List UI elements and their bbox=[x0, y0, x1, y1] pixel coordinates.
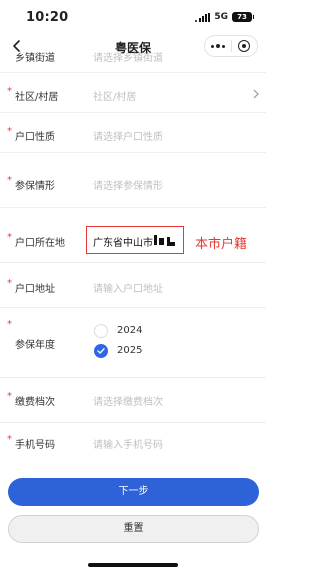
household-type-select[interactable]: 请选择户口性质 bbox=[93, 128, 163, 143]
community-label: 社区/村居 bbox=[15, 92, 59, 103]
year-2025-radio[interactable] bbox=[94, 344, 108, 358]
form-row-community[interactable]: * 社区/村居 社区/村居 bbox=[0, 73, 266, 113]
insurance-year-label: 参保年度 bbox=[15, 340, 55, 351]
battery-level: 73 bbox=[237, 13, 247, 21]
year-2025-label[interactable]: 2025 bbox=[117, 345, 142, 356]
household-address-input[interactable]: 请输入户口地址 bbox=[93, 280, 163, 295]
check-icon bbox=[97, 348, 105, 354]
required-mark: * bbox=[7, 434, 12, 445]
required-mark: * bbox=[7, 391, 12, 402]
phone-input[interactable]: 请输入手机号码 bbox=[93, 436, 163, 451]
form-row-payment-tier[interactable]: * 缴费档次 请选择缴费档次 bbox=[0, 378, 266, 423]
form-row-household-type[interactable]: * 户口性质 请选择户口性质 bbox=[0, 113, 266, 153]
form-row-phone[interactable]: * 手机号码 请输入手机号码 bbox=[0, 423, 266, 463]
payment-tier-select[interactable]: 请选择缴费档次 bbox=[93, 393, 163, 408]
home-indicator bbox=[88, 563, 178, 567]
network-label: 5G bbox=[214, 12, 228, 22]
redaction-mark bbox=[159, 238, 164, 245]
signal-icon bbox=[195, 12, 211, 22]
year-2024-radio[interactable] bbox=[94, 324, 108, 338]
payment-tier-label: 缴费档次 bbox=[15, 397, 55, 408]
township-placeholder: 请选择乡镇街道 bbox=[93, 53, 163, 64]
form-row-township[interactable]: 乡镇街道 请选择乡镇街道 bbox=[0, 51, 266, 73]
required-mark: * bbox=[7, 86, 12, 97]
required-mark: * bbox=[7, 126, 12, 137]
required-mark: * bbox=[7, 175, 12, 186]
status-indicators: 5G 73 bbox=[195, 12, 254, 22]
township-label: 乡镇街道 bbox=[15, 53, 55, 64]
annotation-label: 本市户籍 bbox=[195, 237, 248, 252]
more-icon bbox=[210, 44, 225, 48]
household-type-label: 户口性质 bbox=[15, 132, 55, 143]
form-row-insurance-status[interactable]: * 参保情形 请选择参保情形 bbox=[0, 153, 266, 208]
form-row-household-address[interactable]: * 户口地址 请输入户口地址 bbox=[0, 263, 266, 308]
insurance-status-select[interactable]: 请选择参保情形 bbox=[93, 177, 163, 192]
form-row-insurance-year: * 参保年度 2024 2025 bbox=[0, 308, 266, 378]
status-time: 10:20 bbox=[26, 10, 69, 25]
required-mark: * bbox=[7, 232, 12, 243]
next-button[interactable]: 下一步 bbox=[8, 478, 259, 506]
battery-icon: 73 bbox=[232, 12, 254, 22]
household-location-label: 户口所在地 bbox=[15, 238, 65, 249]
community-select[interactable]: 社区/村居 bbox=[93, 88, 136, 103]
year-2024-label[interactable]: 2024 bbox=[117, 325, 142, 336]
required-mark: * bbox=[7, 319, 12, 330]
phone-label: 手机号码 bbox=[15, 440, 55, 451]
required-mark: * bbox=[7, 278, 12, 289]
redaction-mark bbox=[170, 242, 175, 246]
reset-button[interactable]: 重置 bbox=[8, 515, 259, 543]
household-address-label: 户口地址 bbox=[15, 284, 55, 295]
status-bar: 10:20 5G 73 bbox=[0, 0, 266, 34]
chevron-right-icon bbox=[253, 89, 259, 99]
insurance-status-label: 参保情形 bbox=[15, 181, 55, 192]
redaction-mark bbox=[154, 235, 157, 245]
